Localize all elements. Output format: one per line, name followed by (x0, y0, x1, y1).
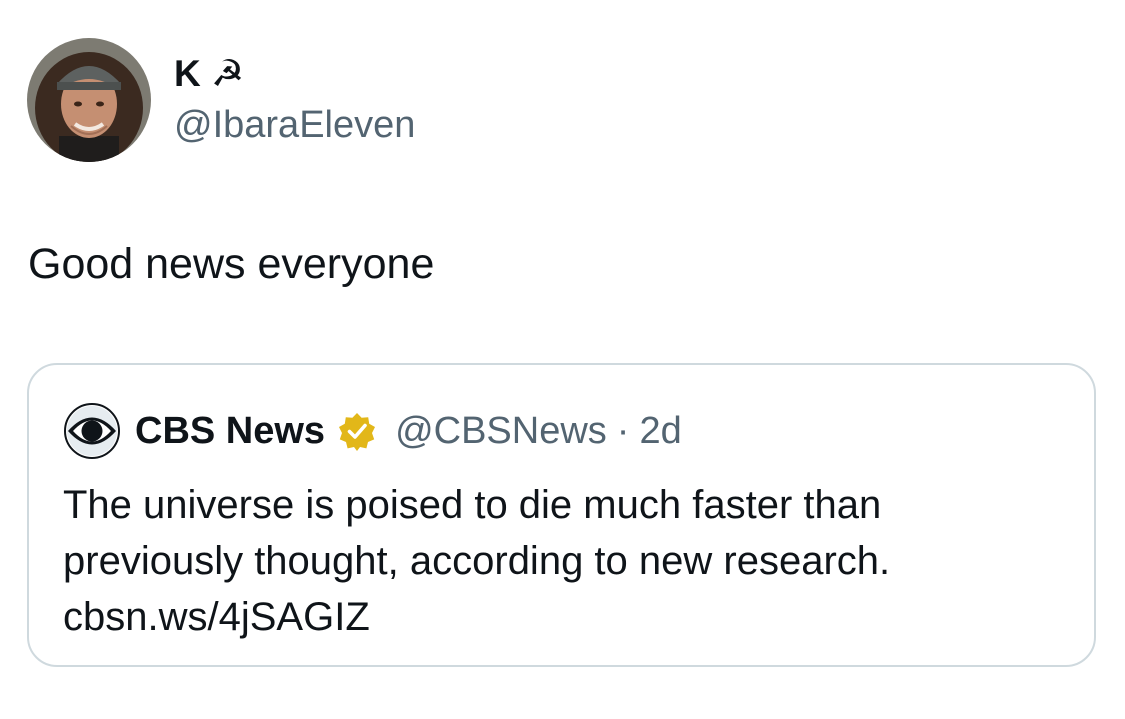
quoted-tweet-header: CBS News @CBSNews · 2d (63, 402, 682, 460)
quoted-tweet-link[interactable]: cbsn.ws/4jSAGIZ (63, 589, 1063, 645)
author-name[interactable]: K ☭ (174, 52, 244, 96)
quoted-tweet-card[interactable]: CBS News @CBSNews · 2d The universe is p… (27, 363, 1096, 667)
verified-badge-icon (339, 413, 376, 451)
author-avatar[interactable] (27, 38, 151, 162)
cbs-eye-logo-icon[interactable] (63, 402, 121, 460)
header-separator: · (616, 410, 630, 452)
author-handle[interactable]: @IbaraEleven (174, 102, 415, 148)
tweet-text: Good news everyone (28, 240, 435, 288)
profile-photo-icon (27, 38, 151, 162)
quoted-tweet-text-line: previously thought, according to new res… (63, 539, 891, 583)
quoted-tweet-text: The universe is poised to die much faste… (63, 477, 1063, 645)
quoted-author-name[interactable]: CBS News (135, 409, 325, 453)
quoted-tweet-timestamp[interactable]: 2d (639, 409, 681, 453)
quoted-author-handle[interactable]: @CBSNews (395, 409, 607, 453)
quoted-tweet-text-line: The universe is poised to die much faste… (63, 483, 882, 527)
